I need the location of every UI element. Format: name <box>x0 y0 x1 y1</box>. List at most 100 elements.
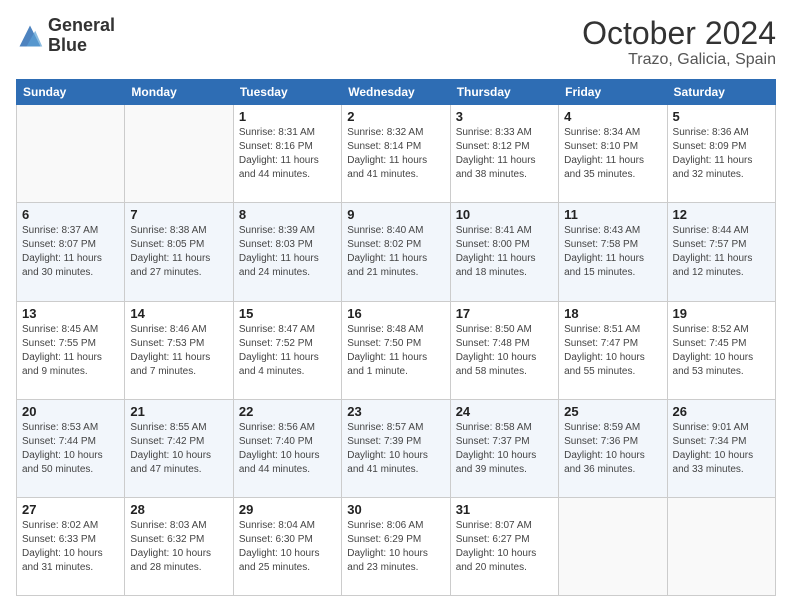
table-row: 27 Sunrise: 8:02 AM Sunset: 6:33 PM Dayli… <box>17 497 125 595</box>
day-info: Sunrise: 8:39 AM Sunset: 8:03 PM Dayligh… <box>239 224 336 280</box>
day-number: 23 <box>347 404 444 419</box>
calendar-week-row: 13Sunrise: 8:45 AM Sunset: 7:55 PM Dayli… <box>17 301 776 399</box>
col-thursday: Thursday <box>450 80 558 105</box>
table-row: 7 Sunrise: 8:38 AM Sunset: 8:05 PM Daylig… <box>125 203 233 301</box>
day-info: Sunrise: 8:44 AM Sunset: 7:57 PM Dayligh… <box>673 224 770 280</box>
table-row: 1 Sunrise: 8:31 AM Sunset: 8:16 PM Daylig… <box>233 105 341 203</box>
table-row: 28 Sunrise: 8:03 AM Sunset: 6:32 PM Dayli… <box>125 497 233 595</box>
day-info: Sunrise: 8:47 AM Sunset: 7:52 PM Dayligh… <box>239 323 336 379</box>
table-row: 3Sunrise: 8:33 AM Sunset: 8:12 PM Daylig… <box>450 105 558 203</box>
day-info: Sunrise: 8:36 AM Sunset: 8:09 PM Dayligh… <box>673 126 770 182</box>
table-row: 26 Sunrise: 9:01 AM Sunset: 7:34 PM Dayli… <box>667 399 775 497</box>
day-info: Sunrise: 8:50 AM Sunset: 7:48 PM Dayligh… <box>456 323 553 379</box>
day-number: 19 <box>673 306 770 321</box>
table-row: 19 Sunrise: 8:52 AM Sunset: 7:45 PM Dayli… <box>667 301 775 399</box>
day-number: 10 <box>456 207 553 222</box>
table-row: 16Sunrise: 8:48 AM Sunset: 7:50 PM Dayli… <box>342 301 450 399</box>
day-number: 5 <box>673 109 770 124</box>
day-number: 27 <box>22 502 119 517</box>
day-info: Sunrise: 8:52 AM Sunset: 7:45 PM Dayligh… <box>673 323 770 379</box>
col-saturday: Saturday <box>667 80 775 105</box>
day-info: Sunrise: 9:01 AM Sunset: 7:34 PM Dayligh… <box>673 421 770 477</box>
table-row: 31Sunrise: 8:07 AM Sunset: 6:27 PM Dayli… <box>450 497 558 595</box>
day-info: Sunrise: 8:43 AM Sunset: 7:58 PM Dayligh… <box>564 224 661 280</box>
day-number: 4 <box>564 109 661 124</box>
logo-line1: General <box>48 16 115 36</box>
day-number: 17 <box>456 306 553 321</box>
table-row <box>667 497 775 595</box>
day-number: 15 <box>239 306 336 321</box>
location-title: Trazo, Galicia, Spain <box>582 51 776 69</box>
day-number: 31 <box>456 502 553 517</box>
day-number: 24 <box>456 404 553 419</box>
day-info: Sunrise: 8:31 AM Sunset: 8:16 PM Dayligh… <box>239 126 336 182</box>
day-number: 21 <box>130 404 227 419</box>
table-row: 8 Sunrise: 8:39 AM Sunset: 8:03 PM Daylig… <box>233 203 341 301</box>
day-number: 29 <box>239 502 336 517</box>
table-row: 20 Sunrise: 8:53 AM Sunset: 7:44 PM Dayli… <box>17 399 125 497</box>
col-sunday: Sunday <box>17 80 125 105</box>
day-info: Sunrise: 8:45 AM Sunset: 7:55 PM Dayligh… <box>22 323 119 379</box>
day-info: Sunrise: 8:55 AM Sunset: 7:42 PM Dayligh… <box>130 421 227 477</box>
day-info: Sunrise: 8:03 AM Sunset: 6:32 PM Dayligh… <box>130 519 227 575</box>
day-info: Sunrise: 8:40 AM Sunset: 8:02 PM Dayligh… <box>347 224 444 280</box>
table-row: 24 Sunrise: 8:58 AM Sunset: 7:37 PM Dayli… <box>450 399 558 497</box>
calendar-week-row: 6Sunrise: 8:37 AM Sunset: 8:07 PM Daylig… <box>17 203 776 301</box>
table-row: 22 Sunrise: 8:56 AM Sunset: 7:40 PM Dayli… <box>233 399 341 497</box>
table-row <box>125 105 233 203</box>
table-row: 17 Sunrise: 8:50 AM Sunset: 7:48 PM Dayli… <box>450 301 558 399</box>
table-row: 12Sunrise: 8:44 AM Sunset: 7:57 PM Dayli… <box>667 203 775 301</box>
table-row: 15 Sunrise: 8:47 AM Sunset: 7:52 PM Dayli… <box>233 301 341 399</box>
day-number: 8 <box>239 207 336 222</box>
col-tuesday: Tuesday <box>233 80 341 105</box>
day-info: Sunrise: 8:02 AM Sunset: 6:33 PM Dayligh… <box>22 519 119 575</box>
day-info: Sunrise: 8:46 AM Sunset: 7:53 PM Dayligh… <box>130 323 227 379</box>
title-block: October 2024 Trazo, Galicia, Spain <box>582 16 776 69</box>
day-number: 20 <box>22 404 119 419</box>
month-title: October 2024 <box>582 16 776 51</box>
day-info: Sunrise: 8:34 AM Sunset: 8:10 PM Dayligh… <box>564 126 661 182</box>
col-monday: Monday <box>125 80 233 105</box>
table-row: 14 Sunrise: 8:46 AM Sunset: 7:53 PM Dayli… <box>125 301 233 399</box>
day-info: Sunrise: 8:56 AM Sunset: 7:40 PM Dayligh… <box>239 421 336 477</box>
logo-icon <box>16 22 44 50</box>
day-info: Sunrise: 8:51 AM Sunset: 7:47 PM Dayligh… <box>564 323 661 379</box>
day-number: 14 <box>130 306 227 321</box>
day-info: Sunrise: 8:53 AM Sunset: 7:44 PM Dayligh… <box>22 421 119 477</box>
day-info: Sunrise: 8:58 AM Sunset: 7:37 PM Dayligh… <box>456 421 553 477</box>
day-number: 28 <box>130 502 227 517</box>
header: General Blue October 2024 Trazo, Galicia… <box>16 16 776 69</box>
day-number: 7 <box>130 207 227 222</box>
table-row <box>559 497 667 595</box>
table-row: 18 Sunrise: 8:51 AM Sunset: 7:47 PM Dayli… <box>559 301 667 399</box>
table-row: 9 Sunrise: 8:40 AM Sunset: 8:02 PM Daylig… <box>342 203 450 301</box>
day-number: 25 <box>564 404 661 419</box>
day-number: 22 <box>239 404 336 419</box>
day-number: 18 <box>564 306 661 321</box>
day-number: 26 <box>673 404 770 419</box>
table-row: 21 Sunrise: 8:55 AM Sunset: 7:42 PM Dayli… <box>125 399 233 497</box>
day-info: Sunrise: 8:04 AM Sunset: 6:30 PM Dayligh… <box>239 519 336 575</box>
day-info: Sunrise: 8:38 AM Sunset: 8:05 PM Dayligh… <box>130 224 227 280</box>
table-row: 6Sunrise: 8:37 AM Sunset: 8:07 PM Daylig… <box>17 203 125 301</box>
day-number: 2 <box>347 109 444 124</box>
table-row: 25Sunrise: 8:59 AM Sunset: 7:36 PM Dayli… <box>559 399 667 497</box>
table-row: 5 Sunrise: 8:36 AM Sunset: 8:09 PM Daylig… <box>667 105 775 203</box>
day-number: 1 <box>239 109 336 124</box>
page: General Blue October 2024 Trazo, Galicia… <box>0 0 792 612</box>
table-row <box>17 105 125 203</box>
day-info: Sunrise: 8:41 AM Sunset: 8:00 PM Dayligh… <box>456 224 553 280</box>
calendar-header-row: Sunday Monday Tuesday Wednesday Thursday… <box>17 80 776 105</box>
day-info: Sunrise: 8:32 AM Sunset: 8:14 PM Dayligh… <box>347 126 444 182</box>
table-row: 30Sunrise: 8:06 AM Sunset: 6:29 PM Dayli… <box>342 497 450 595</box>
table-row: 29 Sunrise: 8:04 AM Sunset: 6:30 PM Dayli… <box>233 497 341 595</box>
day-number: 9 <box>347 207 444 222</box>
table-row: 4 Sunrise: 8:34 AM Sunset: 8:10 PM Daylig… <box>559 105 667 203</box>
logo: General Blue <box>16 16 115 56</box>
calendar-week-row: 1 Sunrise: 8:31 AM Sunset: 8:16 PM Daylig… <box>17 105 776 203</box>
calendar-table: Sunday Monday Tuesday Wednesday Thursday… <box>16 79 776 596</box>
logo-text: General Blue <box>48 16 115 56</box>
table-row: 23Sunrise: 8:57 AM Sunset: 7:39 PM Dayli… <box>342 399 450 497</box>
day-number: 3 <box>456 109 553 124</box>
day-info: Sunrise: 8:06 AM Sunset: 6:29 PM Dayligh… <box>347 519 444 575</box>
